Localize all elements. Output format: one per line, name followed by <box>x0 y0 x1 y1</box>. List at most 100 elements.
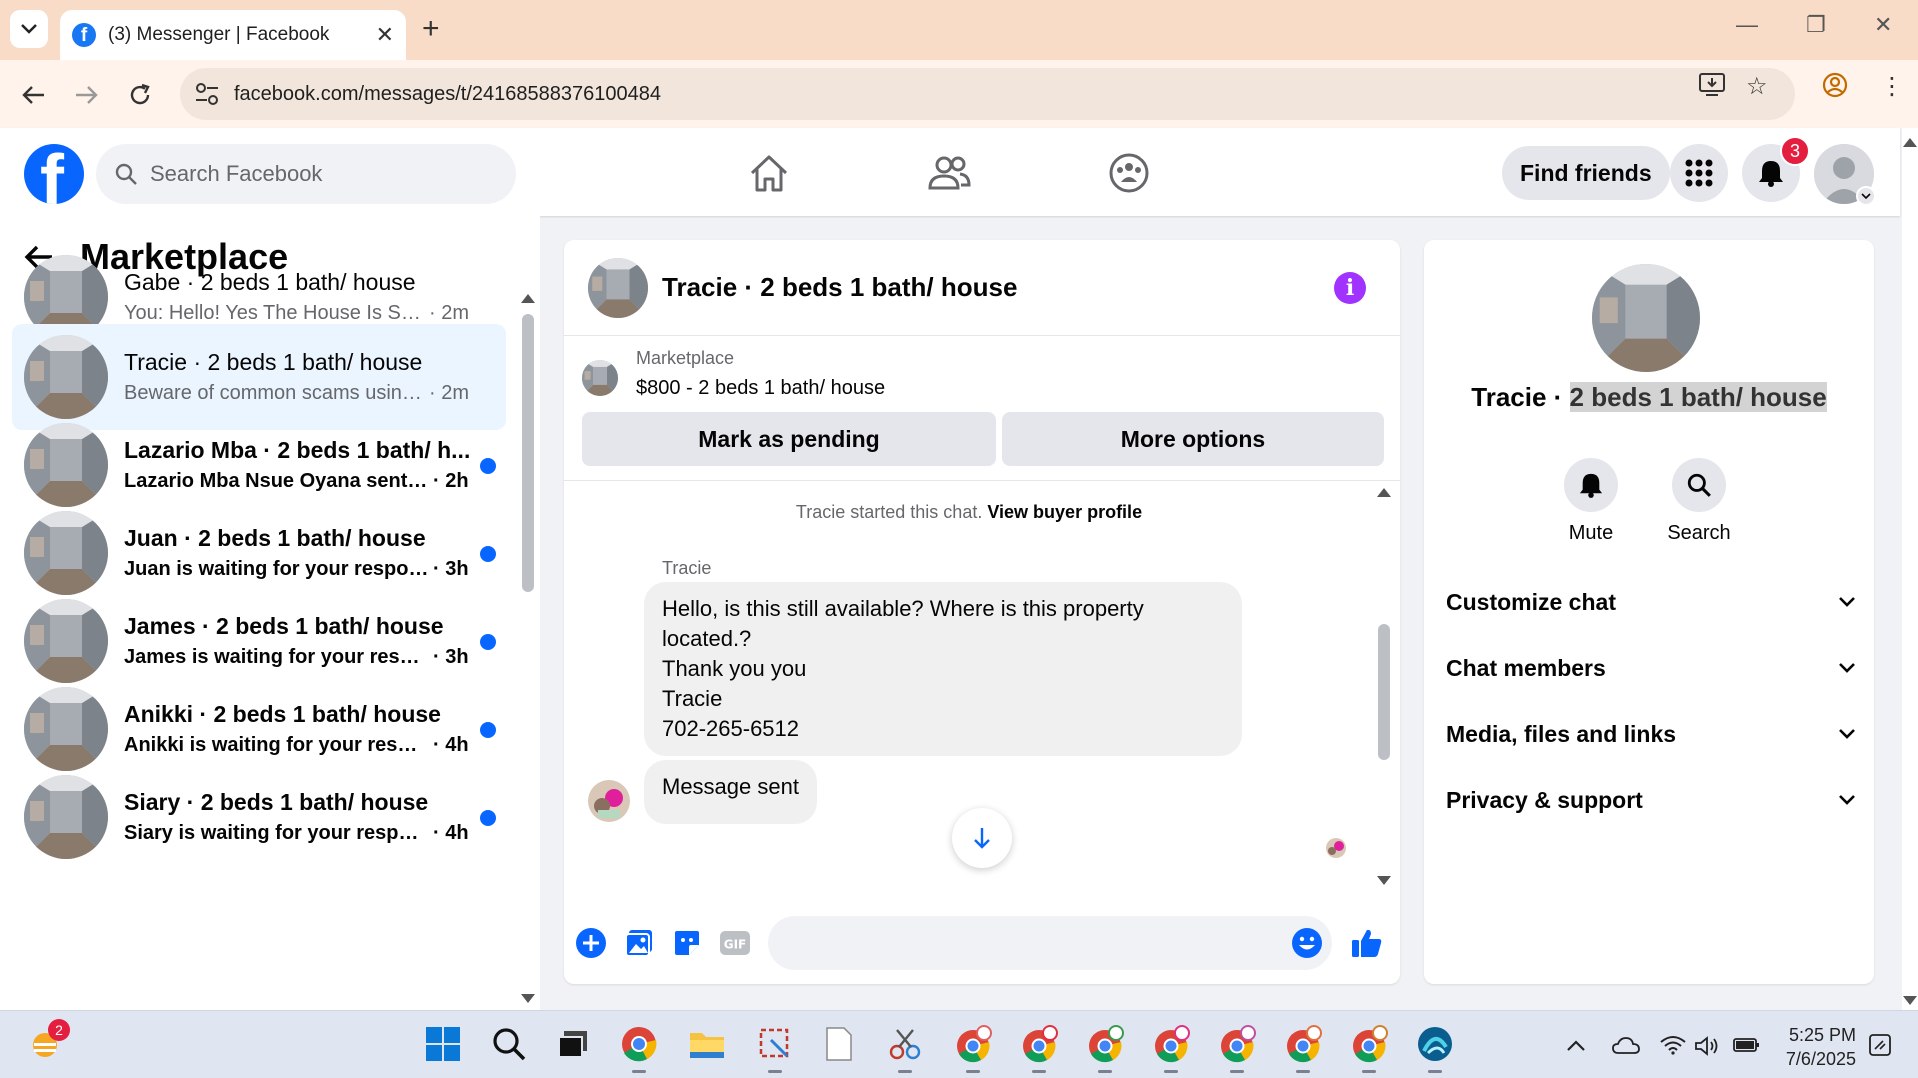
message-input[interactable] <box>768 916 1332 970</box>
app-swirl-icon[interactable] <box>1412 1021 1458 1073</box>
listing-summary[interactable]: Marketplace $800 - 2 beds 1 bath/ house <box>582 348 885 400</box>
gif-icon[interactable]: GIF <box>718 926 752 960</box>
file-explorer-icon[interactable] <box>684 1021 730 1067</box>
search-input[interactable] <box>150 161 490 187</box>
menu-grid-button[interactable] <box>1670 144 1728 202</box>
onedrive-icon[interactable] <box>1612 1035 1640 1061</box>
arrow-left-icon <box>22 86 44 104</box>
list-scroll-down-icon[interactable] <box>521 994 535 1003</box>
conversation-item[interactable]: Siary · 2 beds 1 bath/ house Siary is wai… <box>12 764 506 870</box>
find-friends-button[interactable]: Find friends <box>1502 146 1670 200</box>
unread-indicator <box>480 546 496 562</box>
chat-avatar <box>588 257 648 318</box>
browser-tab[interactable]: f (3) Messenger | Facebook ✕ <box>60 10 406 60</box>
new-tab-button[interactable]: + <box>422 14 440 44</box>
restore-button[interactable]: ❐ <box>1806 12 1826 38</box>
search-icon <box>115 163 137 185</box>
back-button[interactable] <box>16 77 52 113</box>
start-button[interactable] <box>420 1021 466 1067</box>
show-hidden-icons-icon[interactable] <box>1566 1035 1586 1058</box>
section-customize-chat[interactable]: Customize chat <box>1446 580 1856 624</box>
chrome-profile-7-icon[interactable] <box>1346 1021 1392 1073</box>
window-close-button[interactable]: ✕ <box>1874 12 1892 38</box>
page-scroll-up-icon[interactable] <box>1903 138 1917 147</box>
address-bar-row: facebook.com/messages/t/2416858837610048… <box>0 60 1918 128</box>
search-in-chat-button[interactable]: Search <box>1654 458 1744 545</box>
search-label: Search <box>1667 522 1731 544</box>
message-composer: GIF <box>564 904 1400 984</box>
home-nav-icon[interactable] <box>744 148 794 198</box>
notepad-icon[interactable] <box>816 1021 862 1067</box>
task-view-icon[interactable] <box>550 1021 596 1067</box>
like-thumb-icon[interactable] <box>1350 926 1384 960</box>
volume-icon[interactable] <box>1694 1035 1720 1063</box>
chat-scroll-up-icon[interactable] <box>1377 488 1391 497</box>
chrome-profile-4-icon[interactable] <box>1148 1021 1194 1073</box>
chevron-down-icon <box>1839 729 1855 739</box>
windows-taskbar: 2 5:25 PM 7/6/2025 <box>0 1010 1918 1078</box>
scroll-to-bottom-button[interactable] <box>952 808 1012 868</box>
reload-button[interactable] <box>122 77 158 113</box>
url-field[interactable]: facebook.com/messages/t/2416858837610048… <box>180 68 1795 120</box>
unread-indicator <box>480 458 496 474</box>
chat-scrollbar[interactable] <box>1378 624 1390 760</box>
facebook-search[interactable] <box>96 144 516 204</box>
chrome-profile-2-icon[interactable] <box>1016 1021 1062 1073</box>
chrome-profile-5-icon[interactable] <box>1214 1021 1260 1073</box>
wifi-icon[interactable] <box>1660 1035 1686 1061</box>
mark-pending-button[interactable]: Mark as pending <box>582 412 996 466</box>
page-scroll-down-icon[interactable] <box>1903 996 1917 1005</box>
bookmark-star-icon[interactable]: ☆ <box>1746 72 1768 101</box>
facebook-logo-icon[interactable]: f <box>24 144 84 204</box>
minimize-button[interactable]: — <box>1736 12 1758 38</box>
emoji-icon[interactable] <box>1290 926 1324 960</box>
groups-nav-icon[interactable] <box>1104 148 1154 198</box>
system-clock[interactable]: 5:25 PM 7/6/2025 <box>1774 1023 1856 1071</box>
account-chevron-icon[interactable] <box>1856 186 1876 206</box>
arrow-down-icon <box>974 828 990 849</box>
chrome-taskbar-icon[interactable] <box>616 1021 662 1073</box>
list-scroll-up-icon[interactable] <box>521 294 535 303</box>
section-chat-members[interactable]: Chat members <box>1446 646 1856 690</box>
weather-widget-icon[interactable]: 2 <box>24 1019 70 1067</box>
conversation-time: · 2m <box>429 382 469 404</box>
conversation-snippet: James is waiting for your respo... <box>124 646 429 668</box>
info-icon[interactable]: i <box>1334 272 1366 304</box>
page-scrollbar[interactable] <box>1902 128 1918 1010</box>
taskbar-search-icon[interactable] <box>486 1021 532 1067</box>
browser-tab-bar: f (3) Messenger | Facebook ✕ + — ❐ ✕ <box>0 0 1918 60</box>
snipping-tool-icon[interactable] <box>752 1021 798 1073</box>
chrome-profile-6-icon[interactable] <box>1280 1021 1326 1073</box>
grid-menu-icon <box>1685 159 1713 187</box>
chrome-profile-1-icon[interactable] <box>950 1021 996 1073</box>
chrome-menu-icon[interactable]: ⋮ <box>1880 72 1904 101</box>
plus-icon[interactable] <box>574 926 608 960</box>
section-privacy-support[interactable]: Privacy & support <box>1446 778 1856 822</box>
incoming-message-bubble[interactable]: Hello, is this still available? Where is… <box>644 582 1242 756</box>
forward-button[interactable] <box>68 77 104 113</box>
friends-nav-icon[interactable] <box>924 148 974 198</box>
tab-close-icon[interactable]: ✕ <box>376 22 394 48</box>
list-scrollbar[interactable] <box>522 314 534 592</box>
chat-scroll-down-icon[interactable] <box>1377 876 1391 885</box>
install-app-icon[interactable] <box>1698 72 1726 105</box>
mute-button[interactable]: Mute <box>1546 458 1636 545</box>
chat-panel: Tracie · 2 beds 1 bath/ house i Marketpl… <box>564 240 1400 984</box>
conversation-avatar <box>24 423 108 507</box>
section-media-files-links[interactable]: Media, files and links <box>1446 712 1856 756</box>
chrome-profile-icon[interactable] <box>1822 72 1848 105</box>
tab-search-dropdown[interactable] <box>10 10 48 48</box>
more-options-button[interactable]: More options <box>1002 412 1384 466</box>
conversation-snippet: Anikki is waiting for your respo... <box>124 734 429 756</box>
notification-center-icon[interactable] <box>1868 1033 1892 1063</box>
view-buyer-profile-link[interactable]: View buyer profile <box>987 502 1142 522</box>
listing-thumbnail <box>582 360 618 396</box>
paint-icon[interactable] <box>882 1021 928 1073</box>
chrome-profile-3-icon[interactable] <box>1082 1021 1128 1073</box>
photo-icon[interactable] <box>622 926 656 960</box>
sticker-icon[interactable] <box>670 926 704 960</box>
chat-header[interactable]: Tracie · 2 beds 1 bath/ house i <box>564 240 1400 336</box>
battery-icon[interactable] <box>1732 1035 1760 1061</box>
site-info-icon[interactable] <box>194 82 220 106</box>
facebook-header: f Find friends <box>0 128 1900 216</box>
